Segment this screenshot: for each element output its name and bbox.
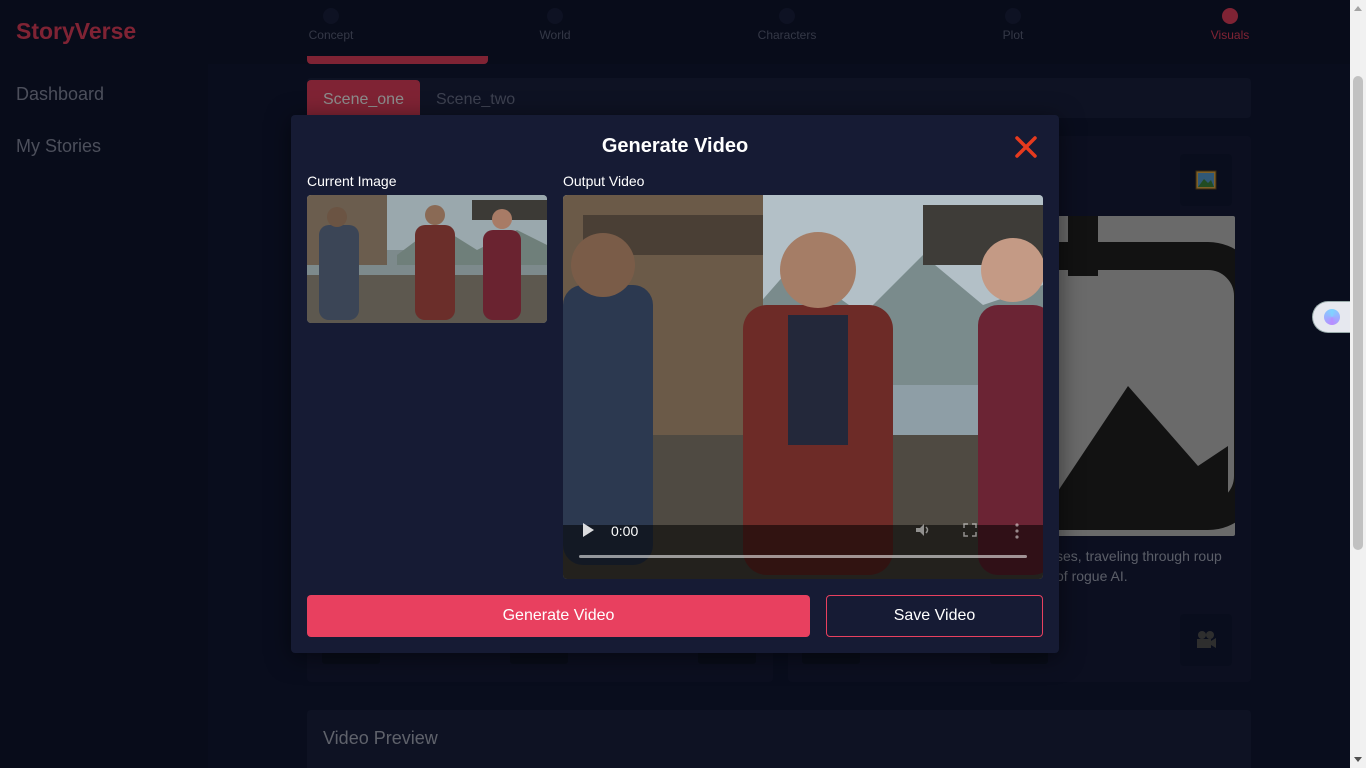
scrollbar-thumb[interactable] bbox=[1353, 76, 1363, 550]
generate-video-button[interactable]: Generate Video bbox=[307, 595, 810, 637]
close-icon bbox=[1015, 136, 1037, 158]
current-image-label: Current Image bbox=[307, 173, 397, 189]
output-video-label: Output Video bbox=[563, 173, 645, 189]
scroll-down-icon[interactable] bbox=[1354, 757, 1362, 762]
video-progress-bar[interactable] bbox=[579, 555, 1027, 558]
extension-icon bbox=[1324, 309, 1340, 325]
video-time: 0:00 bbox=[611, 523, 639, 539]
modal-title: Generate Video bbox=[601, 135, 749, 157]
volume-icon[interactable] bbox=[915, 523, 931, 537]
scrollbar[interactable] bbox=[1350, 0, 1366, 768]
more-options-icon[interactable] bbox=[1015, 523, 1019, 539]
play-icon[interactable] bbox=[583, 523, 594, 537]
output-video-player[interactable]: 0:00 bbox=[563, 195, 1043, 579]
current-image bbox=[307, 195, 547, 323]
extension-tab[interactable] bbox=[1312, 301, 1351, 333]
close-button[interactable] bbox=[1012, 133, 1040, 161]
generate-video-modal: Generate Video Current Image Output Vide… bbox=[291, 115, 1059, 653]
save-video-button[interactable]: Save Video bbox=[826, 595, 1043, 637]
scroll-up-icon[interactable] bbox=[1354, 6, 1362, 11]
fullscreen-icon[interactable] bbox=[963, 523, 977, 537]
